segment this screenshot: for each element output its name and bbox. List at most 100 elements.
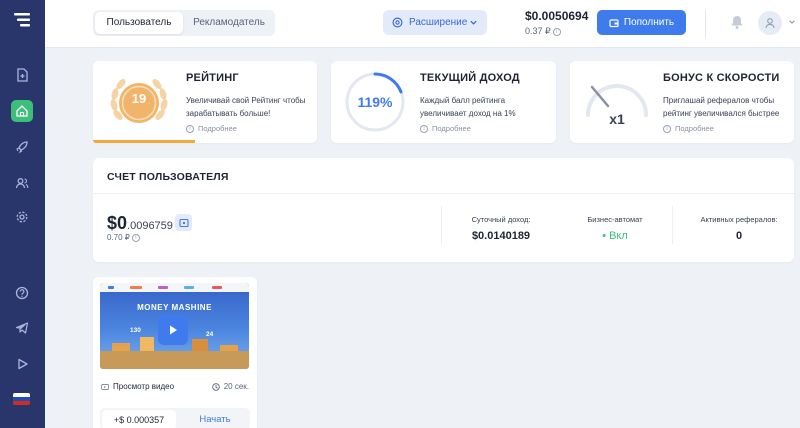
rating-value: 19: [131, 91, 147, 106]
header-balance: $0.0050694 0.37 ₽ i: [525, 9, 588, 37]
balance-rub: 0.37 ₽: [525, 26, 551, 36]
rating-desc: Увеличивай свой Рейтинг чтобы зарабатыва…: [186, 96, 306, 118]
wallet-icon: [178, 218, 189, 227]
info-icon: i: [663, 124, 671, 133]
thumbnail-dot: [184, 286, 194, 289]
video-task-card: MONEY MASHINE 130 24 Просмотр видео 20 с…: [93, 277, 257, 428]
account-col-divider: [672, 206, 673, 244]
wallet-icon: [609, 18, 619, 27]
info-icon[interactable]: i: [552, 27, 561, 36]
help-icon: [15, 286, 29, 300]
topup-label: Пополнить: [623, 17, 675, 28]
avatar[interactable]: [758, 11, 782, 35]
video-reward: +$ 0.000357: [102, 410, 176, 428]
income-value: 119%: [357, 94, 393, 110]
account-amount-main: $0: [107, 213, 128, 233]
tab-user[interactable]: Пользователь: [95, 12, 183, 34]
play-icon: [170, 325, 177, 335]
thumbnail-dot: [212, 286, 222, 289]
thumbnail-dot: [130, 286, 142, 289]
thumbnail-browser-bar: [100, 283, 249, 292]
speed-desc: Приглашай рефералов чтобы рейтинг увелич…: [663, 96, 780, 118]
rating-progress-bar: [93, 140, 195, 143]
bell-icon[interactable]: [729, 14, 745, 30]
balance-rub-row: 0.37 ₽ i: [525, 26, 588, 37]
chevron-down-icon: [470, 20, 477, 25]
sidebar-item-video[interactable]: [11, 353, 33, 375]
document-add-icon: [17, 68, 28, 82]
speed-value: x1: [609, 111, 625, 127]
active-referrals-value: 0: [735, 230, 743, 242]
role-switch: Пользователь Рекламодатель: [93, 10, 275, 36]
account-wallet-button[interactable]: [175, 214, 192, 231]
video-actions: +$ 0.000357 Начать: [100, 408, 250, 428]
account-title: СЧЕТ ПОЛЬЗОВАТЕЛЯ: [107, 171, 229, 183]
header-divider: [705, 10, 706, 38]
thumbnail-brand: MONEY MASHINE: [137, 303, 212, 312]
rating-card: 19 РЕЙТИНГ Увеличивай свой Рейтинг чтобы…: [93, 61, 317, 143]
sidebar-item-tasks[interactable]: [11, 64, 33, 86]
business-auto: Бизнес-автомат • Вкл: [577, 215, 653, 242]
start-button[interactable]: Начать: [182, 410, 248, 428]
video-thumbnail[interactable]: MONEY MASHINE 130 24: [100, 283, 249, 369]
sidebar-item-settings[interactable]: [11, 206, 33, 228]
daily-income-value: $0.0140189: [471, 230, 531, 242]
extension-label: Расширение: [409, 17, 468, 28]
sidebar-item-home[interactable]: [11, 100, 33, 122]
income-more-link[interactable]: i Подробнее: [420, 124, 471, 133]
topup-button[interactable]: Пополнить: [597, 10, 686, 35]
video-type: Просмотр видео: [101, 382, 174, 391]
account-card: СЧЕТ ПОЛЬЗОВАТЕЛЯ $0.0096759 0.70 ₽ i Су…: [93, 158, 794, 262]
account-amount-rub: 0.70 ₽: [107, 233, 130, 242]
business-auto-label: Бизнес-автомат: [587, 215, 643, 224]
thumbnail-dot: [158, 286, 168, 289]
play-button[interactable]: [158, 315, 188, 345]
income-more-label: Подробнее: [432, 124, 471, 133]
top-bar: Пользователь Рекламодатель Расширение $0…: [45, 0, 800, 48]
account-col-divider: [441, 206, 442, 244]
rating-title: РЕЙТИНГ: [186, 72, 239, 84]
rating-more-link[interactable]: i Подробнее: [186, 124, 237, 133]
extension-dropdown[interactable]: Расширение: [383, 10, 487, 35]
daily-income-label: Суточный доход:: [471, 215, 531, 224]
sidebar: [0, 0, 45, 428]
menu-logo-icon[interactable]: [14, 13, 30, 27]
video-duration-label: 20 сек.: [223, 382, 249, 391]
income-card: 119% ТЕКУЩИЙ ДОХОД Каждый балл рейтинга …: [331, 61, 556, 143]
telegram-icon: [15, 322, 29, 334]
thumbnail-dot: [108, 286, 114, 289]
gear-icon: [16, 211, 28, 223]
thumbnail-stat-right: 24: [206, 331, 214, 338]
users-icon: [15, 178, 29, 189]
active-referrals: Активных рефералов: 0: [693, 215, 785, 242]
avatar-chevron-icon[interactable]: [788, 18, 796, 26]
tab-advertiser[interactable]: Рекламодатель: [185, 12, 273, 34]
business-auto-status[interactable]: • Вкл: [577, 230, 653, 242]
balance-usd: $0.0050694: [525, 9, 589, 23]
russia-flag-icon[interactable]: [13, 393, 30, 405]
thumbnail-stat-left: 130: [130, 327, 141, 334]
rating-more-label: Подробнее: [198, 124, 237, 133]
play-icon: [18, 358, 28, 370]
speed-more-link[interactable]: i Подробнее: [663, 124, 714, 133]
info-icon[interactable]: i: [131, 233, 140, 242]
video-icon: [101, 383, 109, 390]
sidebar-item-referrals[interactable]: [11, 172, 33, 194]
video-duration: 20 сек.: [211, 382, 249, 391]
income-desc: Каждый балл рейтинга увеличивает доход н…: [420, 96, 516, 118]
info-icon: i: [420, 124, 428, 133]
speed-card: x1 БОНУС К СКОРОСТИ Приглашай рефералов …: [570, 61, 794, 143]
user-icon: [765, 18, 775, 29]
account-divider: [93, 193, 794, 194]
sidebar-item-promote[interactable]: [11, 136, 33, 158]
sidebar-item-telegram[interactable]: [11, 317, 33, 339]
account-amount-fraction: .0096759: [127, 220, 173, 232]
speed-title: БОНУС К СКОРОСТИ: [663, 72, 780, 84]
income-title: ТЕКУЩИЙ ДОХОД: [420, 72, 520, 84]
sidebar-item-help[interactable]: [11, 282, 33, 304]
daily-income: Суточный доход: $0.0140189: [463, 215, 539, 242]
account-amount: $0.0096759: [107, 213, 173, 234]
video-type-label: Просмотр видео: [113, 382, 175, 391]
home-icon: [16, 105, 28, 117]
rocket-icon: [16, 141, 28, 154]
